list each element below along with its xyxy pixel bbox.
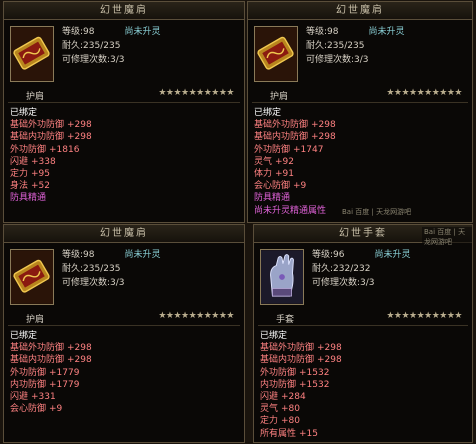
item-title: 幻世魔肩 [4, 2, 244, 20]
stat-row: 灵气 +92 [254, 156, 295, 167]
item-level: 等级:98 [62, 27, 95, 37]
stat-row: 基础内功防御 +298 [260, 355, 342, 366]
stats-list: 已绑定 基础外功防御 +298 基础内功防御 +298 外功防御 +1532 内功防御… [254, 326, 472, 440]
item-type: 护肩 [270, 92, 289, 102]
bound-label: 已绑定 [10, 331, 38, 341]
item-type: 护肩 [26, 92, 45, 102]
stat-row: 外功防御 +1747 [254, 144, 324, 155]
item-tooltip-panel-2: 幻世魔肩 等级:98 尚未升灵 耐久:235/235 可修理次数:3/3 护肩 ★… [247, 1, 473, 223]
refine-status: 尚未升灵 [368, 27, 405, 37]
star-rating: ★★★★★★★★★★ [158, 311, 234, 321]
item-title: 幻世魔肩 [4, 225, 244, 243]
refine-status: 尚未升灵 [124, 27, 161, 37]
stat-row: 内功防御 +1532 [260, 379, 330, 390]
stat-row: 防具精通 [10, 193, 47, 204]
stat-row: 基础内功防御 +298 [254, 132, 336, 143]
watermark: Bai 百度 | 天龙网游吧 [422, 227, 472, 247]
item-tooltip-panel-4: 幻世手套 等级:96 尚未升灵 耐久:232/232 可修理次数:3/3 手套 ★… [253, 224, 473, 443]
item-repair-count: 可修理次数:3/3 [306, 55, 369, 65]
item-repair-count: 可修理次数:3/3 [312, 278, 375, 288]
shoulder-pad-icon[interactable] [10, 26, 54, 82]
stat-row: 基础外功防御 +298 [10, 343, 92, 354]
bound-label: 已绑定 [254, 108, 282, 118]
stat-row: 定力 +80 [260, 416, 301, 427]
item-type: 护肩 [26, 315, 45, 325]
stat-row: 外功防御 +1779 [10, 367, 80, 378]
stats-list: 已绑定 基础外功防御 +298 基础内功防御 +298 外功防御 +1779 内功防御… [4, 326, 244, 415]
stat-row: 会心防御 +9 [254, 181, 307, 192]
item-repair-count: 可修理次数:3/3 [62, 278, 125, 288]
stat-row: 所有属性 +15 [260, 428, 319, 439]
stat-row: 会心防御 +9 [10, 404, 63, 415]
item-level: 等级:98 [306, 27, 339, 37]
stat-row: 闪避 +284 [260, 392, 306, 403]
stat-row: 体力 +91 [254, 169, 295, 180]
stat-row: 外功防御 +1532 [260, 367, 330, 378]
star-rating: ★★★★★★★★★★ [386, 311, 462, 321]
item-durability: 耐久:235/235 [306, 41, 365, 51]
item-repair-count: 可修理次数:3/3 [62, 55, 125, 65]
stat-row: 防具精通 [254, 193, 291, 204]
item-tooltip-panel-3: 幻世魔肩 等级:98 尚未升灵 耐久:235/235 可修理次数:3/3 护肩 ★… [3, 224, 245, 443]
stat-row: 内功防御 +1779 [10, 379, 80, 390]
stat-row: 基础内功防御 +298 [10, 132, 92, 143]
refine-status: 尚未升灵 [374, 250, 411, 260]
shoulder-pad-icon[interactable] [254, 26, 298, 82]
star-rating: ★★★★★★★★★★ [158, 88, 234, 98]
item-level: 等级:96 [312, 250, 345, 260]
stat-row: 灵气 +80 [260, 404, 301, 415]
stats-list: 已绑定 基础外功防御 +298 基础内功防御 +298 外功防御 +1816 闪避 +3… [4, 103, 244, 205]
star-rating: ★★★★★★★★★★ [386, 88, 462, 98]
stat-row: 定力 +95 [10, 169, 51, 180]
gauntlet-icon[interactable] [260, 249, 304, 305]
stat-row: 基础外功防御 +298 [10, 120, 92, 131]
refine-status: 尚未升灵 [124, 250, 161, 260]
stat-row: 基础内功防御 +298 [10, 355, 92, 366]
item-type: 手套 [276, 315, 295, 325]
item-durability: 耐久:232/232 [312, 264, 371, 274]
watermark: Bai 百度 | 天龙网游吧 [340, 207, 414, 217]
stat-row: 身法 +52 [10, 181, 51, 192]
stat-row: 闪避 +331 [10, 392, 56, 403]
item-durability: 耐久:235/235 [62, 264, 121, 274]
stats-list: 已绑定 基础外功防御 +298 基础内功防御 +298 外功防御 +1747 灵气 +9… [248, 103, 472, 217]
item-title: 幻世魔肩 [248, 2, 472, 20]
shoulder-pad-icon[interactable] [10, 249, 54, 305]
stat-row: 闪避 +338 [10, 156, 56, 167]
stat-row: 基础外功防御 +298 [254, 120, 336, 131]
item-durability: 耐久:235/235 [62, 41, 121, 51]
bound-label: 已绑定 [10, 108, 38, 118]
bound-label: 已绑定 [260, 331, 288, 341]
item-tooltip-panel-1: 幻世魔肩 等级:98 尚未升灵 耐久:235/235 可修理次数:3/3 护肩 ★… [3, 1, 245, 223]
item-level: 等级:98 [62, 250, 95, 260]
stat-row: 外功防御 +1816 [10, 144, 80, 155]
stat-row: 基础外功防御 +298 [260, 343, 342, 354]
